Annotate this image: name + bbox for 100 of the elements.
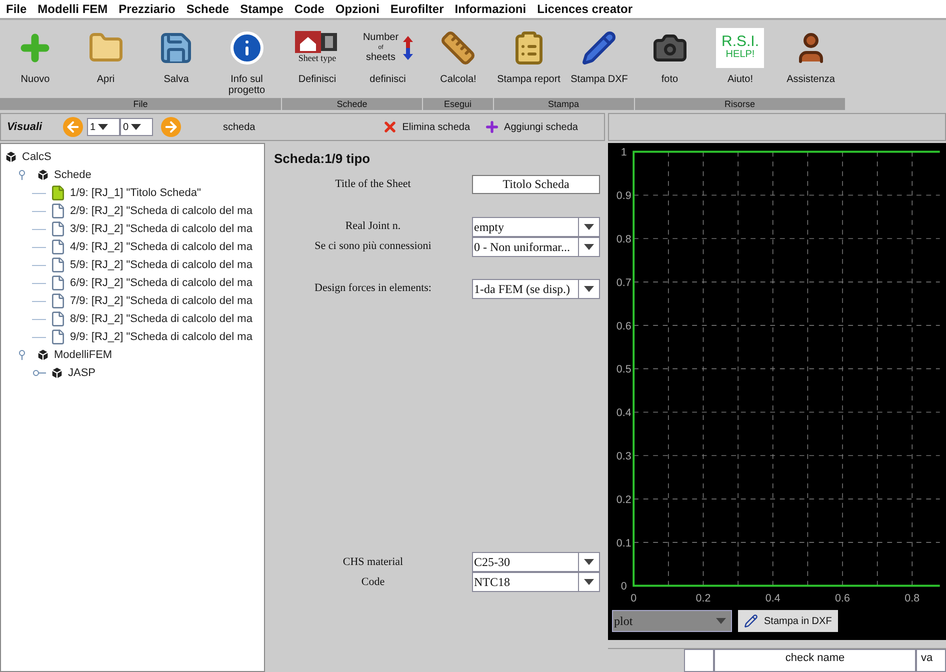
help-logo: R.S.I. HELP! bbox=[716, 28, 764, 68]
toolbar-group-label: Schede bbox=[282, 98, 423, 110]
toolbar-button[interactable]: Apri bbox=[70, 20, 141, 98]
y-tick-label: 0.8 bbox=[616, 233, 632, 246]
x-tick-label: 0.2 bbox=[696, 592, 711, 604]
menu-item[interactable]: Prezziario bbox=[118, 0, 176, 18]
tree-item[interactable]: 4/9: [RJ_2] "Scheda di calcolo del ma bbox=[70, 238, 252, 256]
menu-item[interactable]: Eurofilter bbox=[390, 0, 444, 18]
up-down-arrows-icon bbox=[402, 36, 413, 60]
x-tick-label: 0.6 bbox=[835, 592, 850, 604]
sheet-spinner[interactable]: 0 bbox=[120, 118, 153, 136]
tree-item[interactable]: 1/9: [RJ_1] "Titolo Scheda" bbox=[70, 184, 201, 202]
navigation-label: scheda bbox=[223, 120, 256, 134]
delete-sheet-button[interactable]: Elimina scheda bbox=[382, 119, 470, 135]
field-label: Design forces in elements: bbox=[314, 281, 432, 296]
x-tick-label: 0 bbox=[630, 592, 637, 604]
plot-select[interactable]: plot bbox=[612, 610, 732, 632]
tree-item[interactable]: 7/9: [RJ_2] "Scheda di calcolo del ma bbox=[70, 292, 252, 310]
field-label: Code bbox=[360, 574, 386, 590]
table-header-cell: va bbox=[916, 649, 946, 672]
toolbar-button[interactable]: Nuovo bbox=[0, 20, 70, 98]
icon-caption: Number bbox=[362, 33, 399, 43]
select-field[interactable]: NTC18 bbox=[472, 572, 600, 592]
x-tick-label: 0.8 bbox=[904, 592, 920, 604]
y-tick-label: 0.6 bbox=[616, 320, 632, 332]
close-icon bbox=[382, 119, 398, 135]
tree-item[interactable]: 6/9: [RJ_2] "Scheda di calcolo del ma bbox=[70, 274, 252, 292]
dropdown-caret-icon bbox=[584, 559, 594, 565]
tree-toggle-icon[interactable] bbox=[32, 368, 46, 378]
field-label: Se ci sono più connessioni bbox=[314, 239, 432, 254]
tree-item[interactable]: Schede bbox=[54, 166, 92, 184]
menu-item[interactable]: Opzioni bbox=[335, 0, 380, 18]
dropdown-caret-icon bbox=[584, 286, 594, 292]
toolbar-button[interactable]: Info sul progetto bbox=[212, 20, 282, 98]
field-label: Title of the Sheet bbox=[334, 177, 412, 192]
icon-caption: Sheet type bbox=[298, 53, 336, 65]
tree-item[interactable]: ModelliFEM bbox=[54, 346, 112, 364]
y-tick-label: 1 bbox=[620, 146, 627, 159]
pencil-icon bbox=[581, 30, 618, 66]
plus-icon bbox=[484, 119, 500, 135]
cube-icon bbox=[36, 168, 50, 182]
tree-item[interactable]: 5/9: [RJ_2] "Scheda di calcolo del ma bbox=[70, 256, 252, 274]
toolbar-button[interactable]: Stampa DXF bbox=[564, 20, 634, 98]
y-tick-label: 0.2 bbox=[616, 494, 632, 506]
dropdown-caret-icon bbox=[98, 124, 108, 130]
menu-item[interactable]: Schede bbox=[186, 0, 230, 18]
toolbar-button[interactable]: Salva bbox=[141, 20, 212, 98]
dropdown-caret-icon bbox=[584, 224, 594, 230]
info-icon bbox=[228, 30, 265, 66]
cube-icon bbox=[4, 150, 18, 164]
text-field[interactable]: Titolo Scheda bbox=[472, 175, 600, 194]
toolbar-group-label: File bbox=[0, 98, 282, 110]
print-dxf-button[interactable]: Stampa in DXF bbox=[738, 610, 838, 632]
y-tick-label: 0 bbox=[620, 580, 627, 593]
toolbar-button[interactable]: Assistenza bbox=[776, 20, 846, 98]
menu-item[interactable]: Licences creator bbox=[537, 0, 632, 18]
x-tick-label: 0.4 bbox=[765, 592, 780, 604]
field-label: CHS material bbox=[342, 554, 404, 570]
select-field[interactable]: 0 - Non uniformar... bbox=[472, 236, 600, 256]
y-tick-label: 0.3 bbox=[616, 450, 632, 462]
tree-item[interactable]: CalcS bbox=[22, 148, 52, 166]
tree-item[interactable]: 3/9: [RJ_2] "Scheda di calcolo del ma bbox=[70, 220, 252, 238]
pencil-icon bbox=[744, 614, 758, 628]
form-title: Scheda:1/9 tipo bbox=[274, 150, 372, 168]
icon-caption: sheets bbox=[366, 53, 396, 63]
toolbar-button[interactable]: Sheet type Definisci bbox=[282, 20, 352, 98]
tree-item[interactable]: 8/9: [RJ_2] "Scheda di calcolo del ma bbox=[70, 310, 252, 328]
toolbar-button[interactable]: foto bbox=[634, 20, 705, 98]
dropdown-caret-icon bbox=[716, 618, 726, 624]
menu-item[interactable]: File bbox=[6, 0, 27, 18]
y-tick-label: 0.5 bbox=[616, 364, 632, 376]
select-field[interactable]: C25-30 bbox=[472, 552, 600, 572]
house-sheet-icon bbox=[295, 31, 340, 54]
tree-item[interactable]: JASP bbox=[68, 364, 96, 382]
select-field[interactable]: 1-da FEM (se disp.) bbox=[472, 278, 600, 298]
toolbar-button[interactable]: Stampa report bbox=[494, 20, 564, 98]
y-tick-label: 0.4 bbox=[616, 407, 632, 420]
select-field[interactable]: empty bbox=[472, 216, 600, 236]
tree-item[interactable]: 9/9: [RJ_2] "Scheda di calcolo del ma bbox=[70, 328, 252, 346]
toolbar-button[interactable]: Calcola! bbox=[423, 20, 494, 98]
dropdown-caret-icon bbox=[584, 244, 594, 250]
menu-item[interactable]: Stampe bbox=[240, 0, 284, 18]
y-tick-label: 0.1 bbox=[616, 537, 632, 550]
sheet-spinner[interactable]: 1 bbox=[87, 118, 120, 136]
table-header-cell: check name bbox=[714, 649, 916, 672]
field-label: Real Joint n. bbox=[344, 219, 402, 234]
cube-icon bbox=[36, 348, 50, 362]
tree-item[interactable]: 2/9: [RJ_2] "Scheda di calcolo del ma bbox=[70, 202, 252, 220]
add-sheet-button[interactable]: Aggiungi scheda bbox=[484, 119, 578, 135]
menu-item[interactable]: Informazioni bbox=[454, 0, 526, 18]
navigation-title: Visuali bbox=[7, 120, 44, 135]
toolbar-group-label: Risorse bbox=[634, 98, 846, 110]
toolbar-group-label: Stampa bbox=[494, 98, 634, 110]
dropdown-caret-icon bbox=[130, 124, 141, 130]
cube-icon bbox=[50, 366, 64, 380]
table-header-cell bbox=[684, 649, 714, 672]
dropdown-caret-icon bbox=[584, 579, 594, 585]
menu-item[interactable]: Modelli FEM bbox=[38, 0, 108, 18]
menu-item[interactable]: Code bbox=[294, 0, 324, 18]
toolbar-button[interactable]: R.S.I. HELP! Aiuto! bbox=[705, 20, 776, 98]
